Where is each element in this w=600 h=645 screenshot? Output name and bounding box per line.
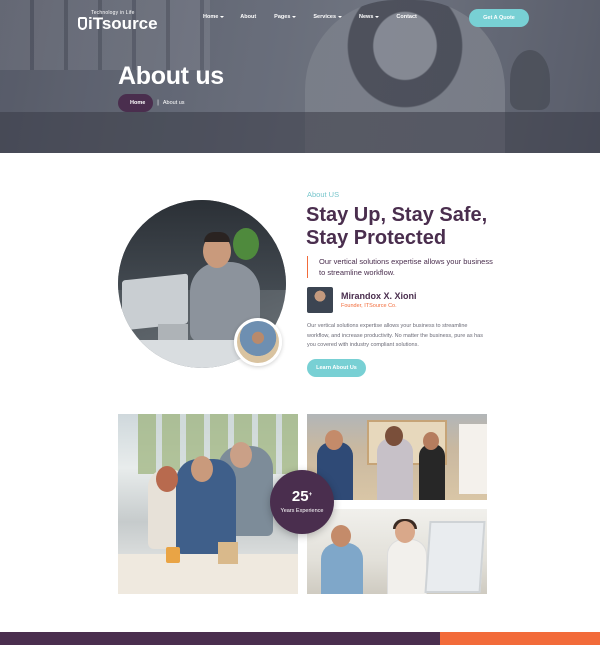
- photo-pen-holder: [218, 542, 238, 564]
- photo-person-head: [395, 521, 415, 543]
- photo-person: [419, 444, 445, 500]
- about-heading-line1: Stay Up, Stay Safe,: [306, 204, 488, 226]
- chevron-down-icon: [338, 16, 343, 18]
- hero-banner: Technology in Life iTsource Home About P…: [0, 0, 600, 153]
- experience-number: 25+: [270, 488, 334, 505]
- nav-label-home: Home: [203, 14, 219, 20]
- nav-label-contact: Contact: [396, 14, 417, 20]
- about-paragraph: Our vertical solutions expertise allows …: [307, 323, 483, 348]
- photo-cup: [166, 547, 180, 563]
- main-nav: Home About Pages Services News Contact: [203, 14, 417, 20]
- photo-person-head: [230, 442, 252, 468]
- chevron-down-icon: [375, 16, 380, 18]
- logo-mark-icon: [78, 17, 87, 30]
- photo-person-head: [156, 466, 178, 492]
- founder-name: Mirandox X. Xioni: [341, 291, 417, 301]
- nav-label-pages: Pages: [274, 14, 291, 20]
- photo-table: [118, 554, 298, 594]
- experience-suffix: +: [308, 492, 313, 498]
- nav-item-services[interactable]: Services: [313, 14, 343, 20]
- logo-name: iTsource: [78, 14, 158, 34]
- about-quote: Our vertical solutions expertise allows …: [307, 256, 497, 278]
- chevron-down-icon: [220, 16, 225, 18]
- founder-role: Founder, ITSource Co.: [341, 303, 397, 309]
- experience-badge: 25+ Years Experience: [270, 470, 334, 534]
- nav-label-services: Services: [313, 14, 337, 20]
- nav-item-about[interactable]: About: [240, 14, 256, 20]
- chevron-down-icon: [292, 16, 297, 18]
- photo-monitor: [424, 521, 486, 593]
- logo-name-text: iTsource: [88, 14, 158, 33]
- photo-person-head: [385, 426, 403, 446]
- experience-value: 25: [291, 488, 309, 505]
- about-heading-line2: Stay Protected: [306, 227, 447, 249]
- photo-person-head: [191, 456, 213, 482]
- breadcrumb-separator: |: [157, 100, 159, 106]
- about-photo-person-hair: [204, 232, 230, 242]
- photo-person: [377, 438, 413, 500]
- breadcrumb-home-link[interactable]: Home: [118, 94, 154, 112]
- page-title: About us: [118, 62, 224, 90]
- nav-item-pages[interactable]: Pages: [274, 14, 297, 20]
- photo-person-head: [331, 525, 351, 547]
- about-eyebrow: About US: [307, 190, 340, 199]
- gallery-photo-pair-computer: [307, 509, 487, 594]
- learn-about-button[interactable]: Learn About Us: [307, 359, 366, 377]
- photo-person: [387, 539, 427, 594]
- experience-label: Years Experience: [280, 508, 324, 514]
- footer-accent-bar: [440, 632, 600, 645]
- photo-person: [321, 543, 363, 594]
- about-heading: Stay Up, Stay Safe, Stay Protected: [306, 204, 506, 250]
- nav-label-about: About: [240, 14, 257, 20]
- gallery-photo-team-board: [307, 414, 487, 500]
- breadcrumb-current: About us: [162, 100, 185, 106]
- photo-person-head: [325, 430, 343, 450]
- nav-label-news: News: [359, 14, 374, 20]
- avatar: [307, 287, 333, 313]
- nav-item-home[interactable]: Home: [203, 14, 225, 20]
- get-quote-button[interactable]: Get A Quote: [469, 9, 529, 27]
- about-mini-photo: [234, 318, 282, 366]
- nav-item-contact[interactable]: Contact: [396, 14, 416, 20]
- breadcrumb: Home | About us: [118, 94, 185, 112]
- photo-person-head: [423, 432, 439, 450]
- about-photo-monitor: [122, 273, 188, 331]
- photo-shelf: [459, 424, 487, 494]
- nav-item-news[interactable]: News: [359, 14, 380, 20]
- about-photo-plant: [233, 228, 259, 260]
